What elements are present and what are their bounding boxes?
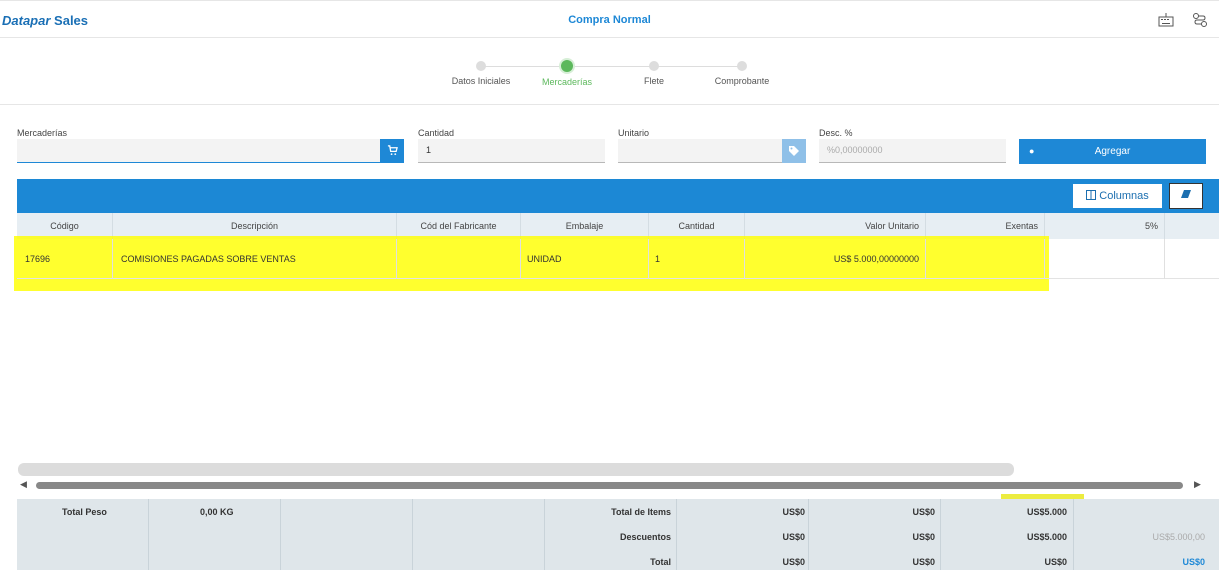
total-v1: US$0 <box>782 557 805 567</box>
step-dot <box>737 61 747 71</box>
total-v2: US$0 <box>912 557 935 567</box>
total-peso-value: 0,00 KG <box>200 507 234 517</box>
total-peso-label: Total Peso <box>62 507 107 517</box>
total-label: Total <box>650 557 671 567</box>
totals-col <box>281 499 413 570</box>
descuentos-v3: US$5.000 <box>1026 532 1067 542</box>
page-title: Compra Normal <box>568 14 651 26</box>
agregar-button[interactable]: ● Agregar <box>1019 139 1206 164</box>
total-items-label: Total de Items <box>611 507 671 517</box>
cell-cantidad: 1 <box>649 239 745 279</box>
col-header-5pct[interactable]: 5% <box>1045 213 1165 239</box>
total-v4: US$0 <box>1182 557 1205 567</box>
totals-col <box>413 499 545 570</box>
grid-toolbar <box>17 179 1219 213</box>
cart-icon[interactable] <box>380 139 404 163</box>
scroll-left-icon[interactable]: ◀ <box>20 479 27 490</box>
descuentos-label: Descuentos <box>619 532 671 542</box>
unitario-input[interactable] <box>618 139 782 163</box>
mercaderias-label: Mercaderías <box>17 128 68 138</box>
step-comprobante[interactable]: Comprobante <box>687 60 797 86</box>
descuentos-v1: US$0 <box>782 532 805 542</box>
desc-input[interactable]: %0,00000000 <box>819 139 1006 163</box>
cell-5pct <box>1045 239 1165 279</box>
cell-exentas <box>926 239 1045 279</box>
totals-panel: Total Peso 0,00 KG Total de Items US$0 U… <box>17 499 1219 570</box>
step-dot-active <box>561 60 573 72</box>
descuentos-v4: US$5.000,00 <box>1152 532 1205 542</box>
tag-icon[interactable] <box>782 139 806 163</box>
total-items-v2: US$0 <box>912 507 935 517</box>
total-items-v1: US$0 <box>782 507 805 517</box>
wizard-stepper: Datos Iniciales Mercaderías Flete Compro… <box>0 38 1219 105</box>
columnas-button[interactable]: Columnas <box>1072 183 1163 209</box>
cell-valor-unitario: US$ 5.000,00000000 <box>745 239 926 279</box>
desc-label: Desc. % <box>819 128 853 138</box>
total-items-v3: US$5.000 <box>1026 507 1067 517</box>
cell-embalaje: UNIDAD <box>521 239 649 279</box>
cantidad-label: Cantidad <box>418 128 455 138</box>
eraser-button[interactable] <box>1169 183 1203 209</box>
columns-icon <box>1086 190 1099 202</box>
plus-circle-icon: ● <box>1029 146 1035 156</box>
table-row[interactable]: 17696 COMISIONES PAGADAS SOBRE VENTAS UN… <box>17 239 1219 279</box>
cantidad-input[interactable]: 1 <box>418 139 605 163</box>
horizontal-scrollbar-thumb[interactable] <box>36 482 1183 489</box>
horizontal-scrollbar-upper[interactable] <box>18 463 1014 476</box>
descuentos-v2: US$0 <box>912 532 935 542</box>
top-bar: Datapar Sales Compra Normal <box>0 0 1219 38</box>
cell-cod-fabricante <box>397 239 521 279</box>
keyboard-icon[interactable] <box>1158 12 1174 28</box>
route-icon[interactable] <box>1192 12 1208 28</box>
cell-descripcion: COMISIONES PAGADAS SOBRE VENTAS <box>113 239 397 279</box>
step-dot <box>476 61 486 71</box>
mercaderias-input[interactable] <box>17 139 380 163</box>
total-v3: US$0 <box>1044 557 1067 567</box>
eraser-icon <box>1180 190 1192 202</box>
cell-codigo: 17696 <box>17 239 113 279</box>
unitario-label: Unitario <box>618 128 650 138</box>
step-dot <box>649 61 659 71</box>
scroll-right-icon[interactable]: ▶ <box>1194 479 1201 490</box>
